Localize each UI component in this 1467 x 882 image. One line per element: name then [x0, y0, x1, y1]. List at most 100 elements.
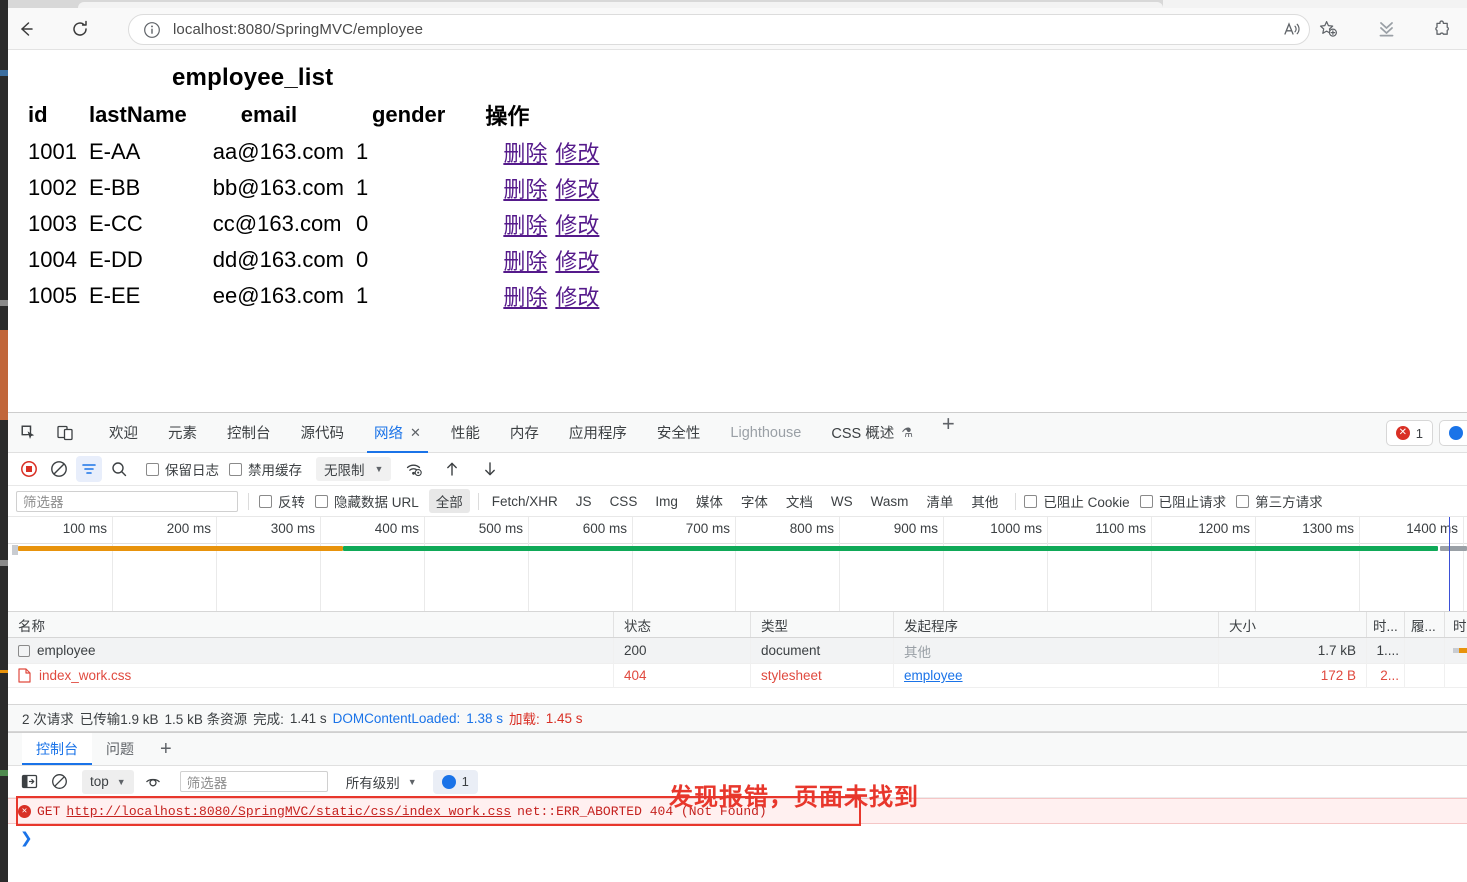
timeline-tick-label: 1000 ms: [990, 521, 1042, 536]
type-filter-ws[interactable]: WS: [824, 492, 860, 511]
network-conditions-button[interactable]: [401, 456, 427, 482]
type-filter-font[interactable]: 字体: [734, 489, 775, 513]
edit-link[interactable]: 修改: [555, 141, 599, 166]
edit-link[interactable]: 修改: [555, 285, 599, 310]
search-button[interactable]: [106, 456, 132, 482]
third-party-checkbox[interactable]: 第三方请求: [1236, 491, 1323, 511]
tab-security[interactable]: 安全性: [642, 413, 716, 453]
tab-console[interactable]: 控制台: [212, 413, 286, 453]
delete-link[interactable]: 删除: [503, 141, 547, 166]
type-filter-doc[interactable]: 文档: [779, 489, 820, 513]
import-har-button[interactable]: [439, 456, 465, 482]
table-row[interactable]: index_work.css 404 stylesheet employee 1…: [8, 663, 1467, 688]
type-filter-other[interactable]: 其他: [964, 489, 1005, 513]
disable-cache-checkbox[interactable]: 禁用缓存: [229, 459, 302, 479]
edit-link[interactable]: 修改: [555, 213, 599, 238]
table-row[interactable]: employee 200 document 其他 1.7 kB 1....: [8, 638, 1467, 663]
inspect-element-button[interactable]: [14, 418, 44, 448]
column-header-time[interactable]: 时...: [1367, 612, 1405, 637]
info-circle-icon[interactable]: [143, 21, 161, 39]
read-aloud-button[interactable]: [1275, 12, 1309, 46]
execution-context-select[interactable]: top ▼: [82, 769, 134, 794]
error-count-badge[interactable]: ✕ 1: [1385, 420, 1433, 446]
tab-css-overview[interactable]: CSS 概述 ⚗: [816, 413, 928, 453]
blocked-cookies-checkbox[interactable]: 已阻止 Cookie: [1024, 491, 1130, 511]
type-filter-manifest[interactable]: 清单: [919, 489, 960, 513]
row-checkbox[interactable]: [18, 644, 30, 657]
delete-link[interactable]: 删除: [503, 249, 547, 274]
console-filter-input[interactable]: 筛选器: [179, 771, 328, 792]
type-filter-img[interactable]: Img: [648, 492, 685, 511]
message-badge[interactable]: [1439, 420, 1467, 446]
address-bar[interactable]: localhost:8080/SpringMVC/employee: [128, 14, 1310, 45]
extensions-button[interactable]: [1425, 12, 1459, 46]
tab-welcome[interactable]: 欢迎: [94, 413, 153, 453]
network-overview[interactable]: 100 ms 200 ms 300 ms 400 ms 500 ms 600 ms 700 …: [8, 517, 1467, 612]
close-icon[interactable]: ✕: [410, 425, 421, 441]
console-prompt[interactable]: ❯: [8, 825, 1467, 851]
cell-time: 2...: [1367, 663, 1405, 688]
column-header-size[interactable]: 大小: [1219, 612, 1367, 637]
type-filter-fetch-xhr[interactable]: Fetch/XHR: [485, 492, 565, 511]
column-header-initiator[interactable]: 发起程序: [894, 612, 1219, 637]
edit-link[interactable]: 修改: [555, 177, 599, 202]
tab-application[interactable]: 应用程序: [554, 413, 642, 453]
cell-actions: 删除 修改: [453, 170, 615, 206]
invert-checkbox[interactable]: 反转: [259, 491, 305, 511]
console-message-badge[interactable]: 1: [432, 769, 478, 794]
network-filter-input[interactable]: 筛选器: [16, 490, 238, 512]
console-sidebar-button[interactable]: [16, 769, 42, 795]
drawer-tab-console[interactable]: 控制台: [22, 733, 92, 765]
hide-data-urls-checkbox[interactable]: 隐藏数据 URL: [315, 491, 419, 511]
reload-button[interactable]: [62, 11, 98, 47]
error-url-link[interactable]: http://localhost:8080/SpringMVC/static/c…: [66, 804, 511, 819]
summary-transferred: 已传输1.9 kB: [79, 712, 159, 727]
type-filter-all[interactable]: 全部: [428, 489, 470, 513]
throttling-select[interactable]: 无限制 ▼: [316, 457, 392, 481]
cell-id: 1005: [28, 283, 77, 308]
collections-button[interactable]: [1369, 12, 1403, 46]
timeline-tick-label: 600 ms: [582, 521, 627, 536]
tab-sources[interactable]: 源代码: [286, 413, 360, 453]
clear-button[interactable]: [46, 456, 72, 482]
back-button[interactable]: [8, 11, 44, 47]
column-header-type[interactable]: 类型: [751, 612, 894, 637]
type-filter-css[interactable]: CSS: [603, 492, 645, 511]
add-favorite-icon: [1319, 20, 1337, 37]
strip-marker: [0, 560, 8, 566]
devtools-status-badges: ✕ 1: [1385, 418, 1467, 448]
page-viewport: employee_list id lastName email gender 操…: [8, 50, 1467, 412]
column-header-waterfall[interactable]: 时间: [1445, 612, 1467, 637]
export-har-button[interactable]: [477, 456, 503, 482]
add-panel-button[interactable]: +: [942, 412, 955, 453]
tab-network[interactable]: 网络 ✕: [359, 413, 436, 453]
preserve-log-checkbox[interactable]: 保留日志: [146, 459, 219, 479]
column-header-actions: 操作: [485, 104, 530, 129]
clear-console-button[interactable]: [46, 769, 72, 795]
column-header-status[interactable]: 状态: [614, 612, 751, 637]
delete-link[interactable]: 删除: [503, 285, 547, 310]
tab-elements[interactable]: 元素: [153, 413, 212, 453]
tab-lighthouse[interactable]: Lighthouse: [715, 413, 816, 453]
record-button[interactable]: [16, 456, 42, 482]
drawer-tab-issues[interactable]: 问题: [92, 733, 148, 765]
drawer-add-tab-button[interactable]: +: [148, 733, 184, 765]
log-level-select[interactable]: 所有级别 ▼: [346, 772, 417, 792]
column-header-name[interactable]: 名称: [8, 612, 614, 637]
type-filter-js[interactable]: JS: [569, 492, 599, 511]
delete-link[interactable]: 删除: [503, 177, 547, 202]
type-filter-wasm[interactable]: Wasm: [864, 492, 916, 511]
summary-dcl-value: 1.38 s: [466, 710, 503, 726]
tab-performance[interactable]: 性能: [436, 413, 495, 453]
initiator-link[interactable]: employee: [904, 668, 963, 683]
delete-link[interactable]: 删除: [503, 213, 547, 238]
filter-toggle-button[interactable]: [76, 456, 102, 482]
edit-link[interactable]: 修改: [555, 249, 599, 274]
add-favorite-button[interactable]: [1311, 12, 1345, 46]
column-header-waterfall-label[interactable]: 履...: [1405, 612, 1445, 637]
blocked-requests-checkbox[interactable]: 已阻止请求: [1139, 491, 1226, 511]
tab-memory[interactable]: 内存: [495, 413, 554, 453]
type-filter-media[interactable]: 媒体: [689, 489, 730, 513]
device-toolbar-button[interactable]: [50, 418, 80, 448]
live-expression-button[interactable]: [140, 769, 166, 795]
